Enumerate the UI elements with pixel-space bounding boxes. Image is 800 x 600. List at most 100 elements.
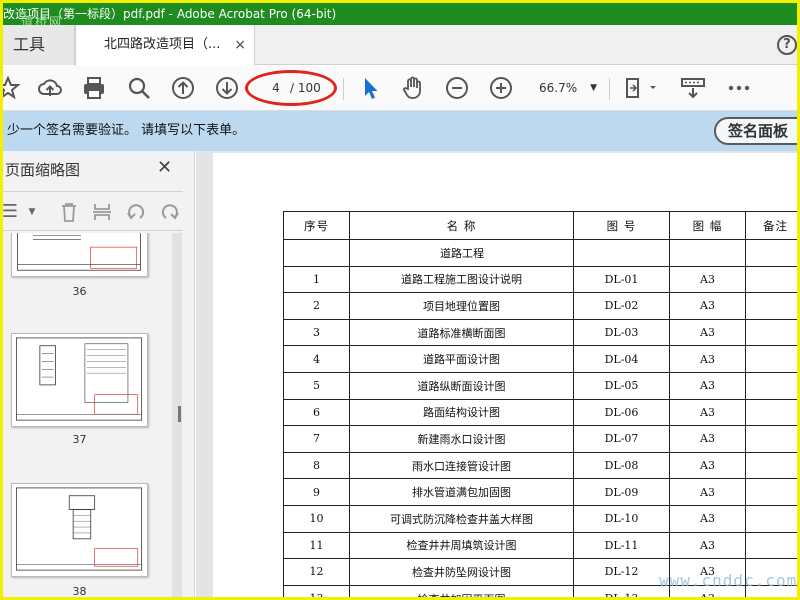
row-no: 5	[283, 371, 350, 400]
insert-page-icon[interactable]	[91, 201, 113, 223]
panel-resize-handle[interactable]	[178, 406, 181, 422]
table-row: 1 道路工程施工图设计说明 DL-01 A3	[283, 265, 797, 294]
table-header-row: 序号 名 称 图 号 图 幅 备注	[283, 211, 797, 240]
close-icon[interactable]: ×	[234, 25, 246, 65]
options-menu-icon[interactable]: ☰	[3, 201, 21, 223]
pdf-page: 序号 名 称 图 号 图 幅 备注 道路工程 1 道路工程施工图设计说明 DL-01…	[213, 153, 797, 597]
row-code: DL-13	[573, 584, 670, 597]
hand-tool-icon[interactable]	[400, 75, 426, 101]
next-page-icon[interactable]	[214, 75, 240, 101]
row-no: 8	[283, 451, 350, 480]
row-name: 检查井加固平面图	[349, 584, 574, 597]
main-toolbar: 4 / 100 66.7% ▼	[3, 66, 797, 111]
trash-icon[interactable]	[58, 201, 80, 223]
table-row: 7 新建雨水口设计图 DL-07 A3	[283, 425, 797, 453]
row-code: DL-04	[573, 345, 670, 373]
section-row: 道路工程	[283, 239, 797, 267]
zoom-level-value: 66.7%	[539, 81, 578, 95]
row-code: DL-08	[573, 451, 670, 480]
row-notes	[745, 504, 797, 533]
notice-message: 少一个签名需要验证。 请填写以下表单。	[7, 123, 246, 138]
row-no: 6	[283, 398, 350, 427]
toolbar-divider	[343, 78, 344, 100]
row-name: 道路平面设计图	[349, 345, 574, 373]
section-title: 道路工程	[349, 239, 574, 267]
table-row: 8 雨水口连接管设计图 DL-08 A3	[283, 451, 797, 480]
drawing-index-table: 序号 名 称 图 号 图 幅 备注 道路工程 1 道路工程施工图设计说明 DL-01…	[283, 211, 797, 597]
row-notes	[745, 292, 797, 320]
row-code: DL-01	[573, 265, 670, 294]
signature-panel-button[interactable]: 签名面板	[714, 117, 797, 145]
tab-tools[interactable]: 工具	[3, 25, 75, 65]
close-icon[interactable]: ✕	[157, 157, 172, 178]
page-fit-icon[interactable]	[624, 75, 658, 101]
table-row: 10 可调式防沉降检查井盖大样图 DL-10 A3	[283, 504, 797, 533]
title-watermark: 道桥网	[21, 15, 64, 25]
table-row: 4 道路平面设计图 DL-04 A3	[283, 345, 797, 373]
table-row: 5 道路纵断面设计图 DL-05 A3	[283, 371, 797, 400]
help-icon[interactable]: ?	[777, 35, 797, 55]
title-bar: 改造项目（第一标段）pdf.pdf - Adobe Acrobat Pro (6…	[3, 3, 797, 25]
row-notes	[745, 265, 797, 294]
row-code: DL-11	[573, 531, 670, 560]
row-code: DL-05	[573, 371, 670, 400]
keyboard-scroll-icon[interactable]	[680, 75, 706, 101]
header-code: 图 号	[573, 211, 670, 240]
row-name: 路面结构设计图	[349, 398, 574, 427]
tab-document[interactable]: 北四路改造项目（... ×	[75, 25, 255, 66]
zoom-level-select[interactable]: 66.7% ▼	[533, 77, 603, 99]
thumbnail-page-number: 36	[72, 285, 87, 298]
header-notes: 备注	[745, 211, 797, 240]
page-thumbnails-panel: 页面缩略图 ✕ ☰ ▼ 36 37 38	[3, 151, 195, 597]
thumbnail-list: 36 37 38	[3, 233, 183, 597]
row-name: 检查井井周填筑设计图	[349, 531, 574, 560]
table-row: 3 道路标准横断面图 DL-03 A3	[283, 318, 797, 347]
rotate-right-icon[interactable]	[159, 201, 181, 223]
row-size: A3	[669, 318, 746, 347]
row-code: DL-09	[573, 478, 670, 506]
site-watermark: www.cnddc.com	[659, 571, 798, 590]
row-size: A3	[669, 478, 746, 506]
zoom-in-icon[interactable]	[488, 75, 514, 101]
panel-title: 页面缩略图	[5, 161, 81, 179]
chevron-down-icon[interactable]: ▼	[21, 201, 43, 223]
zoom-out-icon[interactable]	[444, 75, 470, 101]
row-code: DL-02	[573, 292, 670, 320]
row-code: DL-12	[573, 558, 670, 586]
table-row: 2 项目地理位置图 DL-02 A3	[283, 292, 797, 320]
row-size: A3	[669, 504, 746, 533]
document-viewport[interactable]: 序号 名 称 图 号 图 幅 备注 道路工程 1 道路工程施工图设计说明 DL-01…	[196, 151, 798, 597]
bookmark-star-icon[interactable]	[3, 75, 21, 101]
row-no: 11	[283, 531, 350, 560]
page-thumbnail[interactable]	[11, 483, 148, 577]
header-name: 名 称	[349, 211, 574, 240]
select-cursor-icon[interactable]	[357, 75, 383, 101]
page-thumbnail[interactable]	[11, 333, 148, 427]
zoom-search-icon[interactable]	[126, 75, 152, 101]
row-name: 雨水口连接管设计图	[349, 451, 574, 480]
row-name: 检查井防坠网设计图	[349, 558, 574, 586]
rotate-left-icon[interactable]	[125, 201, 147, 223]
row-size: A3	[669, 371, 746, 400]
more-options-icon[interactable]	[726, 75, 752, 101]
row-no: 7	[283, 425, 350, 453]
row-no: 4	[283, 345, 350, 373]
row-notes	[745, 531, 797, 560]
cloud-upload-icon[interactable]	[37, 75, 63, 101]
thumbnail-page-number: 37	[72, 433, 87, 446]
row-name: 道路标准横断面图	[349, 318, 574, 347]
row-size: A3	[669, 531, 746, 560]
page-thumbnail[interactable]	[11, 233, 148, 277]
highlight-oval	[245, 70, 337, 106]
row-no: 3	[283, 318, 350, 347]
chevron-down-icon: ▼	[590, 83, 597, 93]
row-size: A3	[669, 398, 746, 427]
row-notes	[745, 398, 797, 427]
table-row: 11 检查井井周填筑设计图 DL-11 A3	[283, 531, 797, 560]
row-name: 道路工程施工图设计说明	[349, 265, 574, 294]
row-notes	[745, 478, 797, 506]
print-icon[interactable]	[81, 75, 107, 101]
previous-page-icon[interactable]	[170, 75, 196, 101]
header-no: 序号	[283, 211, 350, 240]
row-code: DL-06	[573, 398, 670, 427]
